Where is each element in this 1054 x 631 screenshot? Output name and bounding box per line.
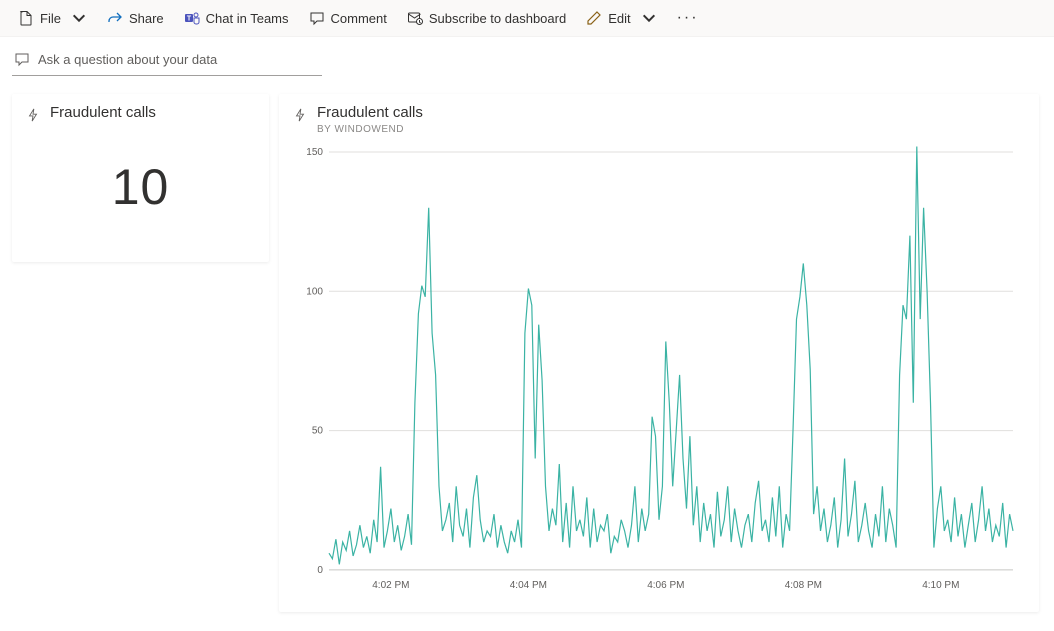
share-icon: [107, 10, 123, 26]
subscribe-icon: [407, 10, 423, 26]
svg-text:50: 50: [312, 426, 324, 437]
chat-teams-label: Chat in Teams: [206, 11, 289, 26]
pencil-icon: [586, 10, 602, 26]
qa-row: Ask a question about your data: [0, 37, 1054, 82]
file-menu[interactable]: File: [10, 6, 95, 30]
file-label: File: [40, 11, 61, 26]
card-title: Fraudulent calls: [50, 104, 156, 122]
svg-text:4:04 PM: 4:04 PM: [510, 580, 547, 591]
comment-label: Comment: [331, 11, 387, 26]
bolt-icon: [293, 108, 307, 122]
chat-teams-button[interactable]: T Chat in Teams: [176, 6, 297, 30]
svg-text:0: 0: [317, 565, 323, 576]
chart-title: Fraudulent calls: [317, 104, 423, 122]
chart-subtitle: BY WINDOWEND: [317, 124, 423, 136]
edit-label: Edit: [608, 11, 630, 26]
svg-text:4:08 PM: 4:08 PM: [785, 580, 822, 591]
ellipsis-icon: ···: [677, 9, 699, 27]
chevron-down-icon: [71, 10, 87, 26]
svg-text:4:10 PM: 4:10 PM: [922, 580, 959, 591]
subscribe-button[interactable]: Subscribe to dashboard: [399, 6, 574, 30]
chevron-down-icon: [641, 10, 657, 26]
svg-text:T: T: [187, 16, 192, 23]
svg-text:100: 100: [306, 286, 323, 297]
qa-input[interactable]: Ask a question about your data: [12, 47, 322, 76]
card-tile-fraudulent-calls[interactable]: Fraudulent calls 10: [12, 94, 269, 262]
svg-text:150: 150: [306, 147, 323, 158]
chart-body: 0 50 100 150 4:02 PM 4:04 PM 4:06 PM 4:08 PM 4:1…: [299, 146, 1019, 598]
tile-header: Fraudulent calls: [26, 104, 255, 122]
tile-header: Fraudulent calls BY WINDOWEND: [293, 104, 1025, 136]
bolt-icon: [26, 108, 40, 122]
teams-icon: T: [184, 10, 200, 26]
comment-button[interactable]: Comment: [301, 6, 395, 30]
share-label: Share: [129, 11, 164, 26]
svg-text:4:02 PM: 4:02 PM: [372, 580, 409, 591]
toolbar: File Share T Chat in Teams Comment Subsc…: [0, 0, 1054, 37]
line-chart: 0 50 100 150 4:02 PM 4:04 PM 4:06 PM 4:08 PM 4:1…: [299, 146, 1019, 598]
chart-tile-fraudulent-calls[interactable]: Fraudulent calls BY WINDOWEND 0 50 100 150 4…: [279, 94, 1039, 612]
file-icon: [18, 10, 34, 26]
comment-icon: [309, 10, 325, 26]
card-value: 10: [26, 158, 255, 216]
edit-menu[interactable]: Edit: [578, 6, 664, 30]
more-menu[interactable]: ···: [669, 5, 707, 31]
share-button[interactable]: Share: [99, 6, 172, 30]
dashboard: Fraudulent calls 10 Fraudulent calls BY …: [0, 82, 1054, 624]
qa-placeholder: Ask a question about your data: [38, 52, 217, 67]
subscribe-label: Subscribe to dashboard: [429, 11, 566, 26]
comment-icon: [14, 51, 30, 67]
svg-text:4:06 PM: 4:06 PM: [647, 580, 684, 591]
